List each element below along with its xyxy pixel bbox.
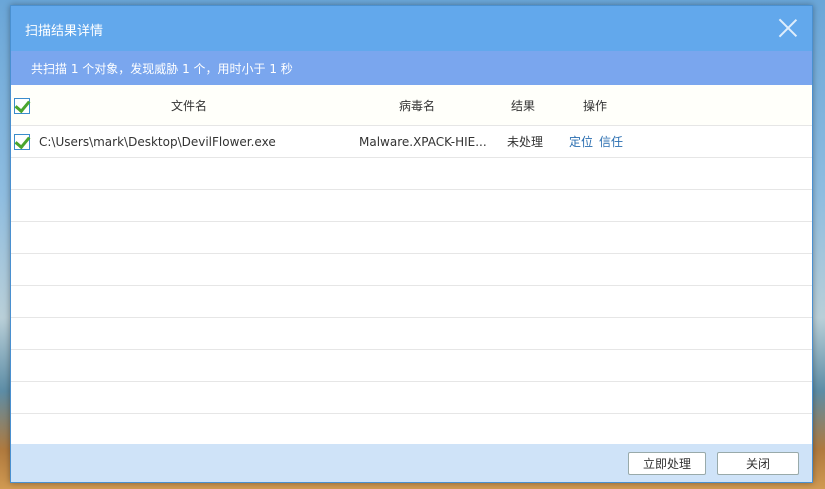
virus-name: Malware.XPACK-HIE... [359,134,487,149]
table-row [11,190,812,222]
process-now-button[interactable]: 立即处理 [628,452,706,475]
locate-link[interactable]: 定位 [569,133,593,150]
table-row [11,318,812,350]
table-row [11,158,812,190]
header-action: 操作 [583,98,608,113]
header-result: 结果 [511,98,536,113]
select-all-checkbox[interactable] [14,98,30,114]
table-row [11,254,812,286]
dialog-title: 扫描结果详情 [25,24,104,39]
scan-summary: 共扫描 1 个对象，发现威胁 1 个，用时小于 1 秒 [11,51,812,85]
table-row [11,350,812,382]
header-file: 文件名 [171,98,208,113]
result-status: 未处理 [507,135,544,149]
table-row: C:\Users\mark\Desktop\DevilFlower.exe Ma… [11,126,812,158]
table-row [11,382,812,414]
table-header: 文件名 病毒名 结果 操作 [11,85,812,126]
header-virus: 病毒名 [399,98,436,113]
table-row [11,286,812,318]
close-icon[interactable] [778,18,798,38]
trust-link[interactable]: 信任 [599,133,623,150]
file-path: C:\Users\mark\Desktop\DevilFlower.exe [39,134,276,149]
table-row [11,222,812,254]
scan-results-dialog: 扫描结果详情 共扫描 1 个对象，发现威胁 1 个，用时小于 1 秒 文件名 病… [10,5,813,483]
row-checkbox[interactable] [14,134,30,150]
title-bar: 扫描结果详情 [11,6,812,51]
dialog-footer: 立即处理 关闭 [11,444,812,482]
close-button[interactable]: 关闭 [717,452,799,475]
